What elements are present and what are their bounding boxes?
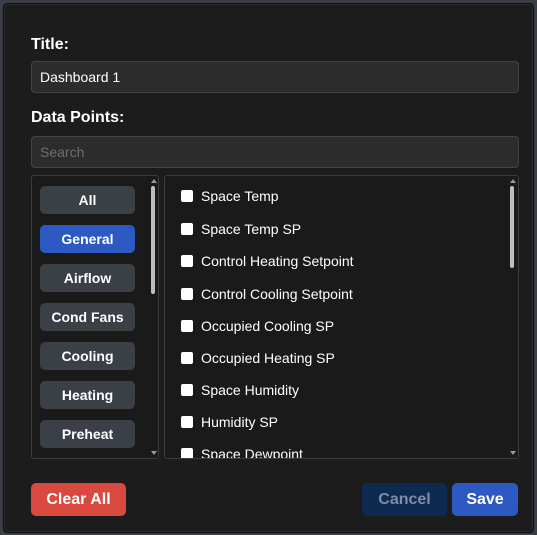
data-point-label: Space Dewpoint xyxy=(201,446,303,459)
checkbox[interactable] xyxy=(181,255,193,267)
search-input[interactable] xyxy=(31,136,519,168)
title-input[interactable] xyxy=(31,61,519,93)
data-point-scrollbar[interactable] xyxy=(508,176,518,458)
scroll-up-arrow-icon[interactable] xyxy=(151,179,157,183)
data-point-list: Space Temp Space Temp SP Control Heating… xyxy=(164,175,519,459)
category-airflow-button[interactable]: Airflow xyxy=(40,264,135,292)
data-point-item[interactable]: Space Temp SP xyxy=(181,219,301,239)
scroll-down-arrow-icon[interactable] xyxy=(151,451,157,455)
data-point-label: Occupied Cooling SP xyxy=(201,318,335,334)
category-scrollbar[interactable] xyxy=(149,176,158,458)
checkbox[interactable] xyxy=(181,320,193,332)
data-point-label: Humidity SP xyxy=(201,414,279,430)
category-preheat-button[interactable]: Preheat xyxy=(40,420,135,448)
category-cond-fans-button[interactable]: Cond Fans xyxy=(40,303,135,331)
data-point-label: Space Temp xyxy=(201,188,279,204)
scrollbar-thumb[interactable] xyxy=(510,186,514,268)
title-label: Title: xyxy=(31,36,69,53)
save-button[interactable]: Save xyxy=(452,483,518,516)
checkbox[interactable] xyxy=(181,448,193,458)
scroll-down-arrow-icon[interactable] xyxy=(510,451,516,455)
checkbox[interactable] xyxy=(181,384,193,396)
clear-all-button[interactable]: Clear All xyxy=(31,483,126,516)
cancel-button[interactable]: Cancel xyxy=(362,483,447,516)
category-list: All General Airflow Cond Fans Cooling He… xyxy=(31,175,159,459)
data-point-label: Occupied Heating SP xyxy=(201,350,335,366)
data-point-label: Control Heating Setpoint xyxy=(201,253,354,269)
checkbox[interactable] xyxy=(181,288,193,300)
checkbox[interactable] xyxy=(181,416,193,428)
data-points-label: Data Points: xyxy=(31,109,125,126)
data-point-item[interactable]: Occupied Cooling SP xyxy=(181,316,334,336)
category-heating-button[interactable]: Heating xyxy=(40,381,135,409)
scrollbar-thumb[interactable] xyxy=(151,186,155,294)
checkbox[interactable] xyxy=(181,223,193,235)
data-point-item[interactable]: Humidity SP xyxy=(181,412,278,432)
data-point-item[interactable]: Control Heating Setpoint xyxy=(181,251,354,271)
data-point-item[interactable]: Occupied Heating SP xyxy=(181,348,335,368)
data-point-item[interactable]: Space Temp xyxy=(181,186,279,206)
data-point-label: Control Cooling Setpoint xyxy=(201,286,353,302)
data-point-item[interactable]: Control Cooling Setpoint xyxy=(181,284,353,304)
category-cooling-button[interactable]: Cooling xyxy=(40,342,135,370)
select-data-points-dialog: Title: Data Points: All General Airflow … xyxy=(4,4,533,532)
data-point-label: Space Humidity xyxy=(201,382,300,398)
checkbox[interactable] xyxy=(181,190,193,202)
checkbox[interactable] xyxy=(181,352,193,364)
category-general-button[interactable]: General xyxy=(40,225,135,253)
data-point-label: Space Temp SP xyxy=(201,221,302,237)
scroll-up-arrow-icon[interactable] xyxy=(510,179,516,183)
data-point-item[interactable]: Space Humidity xyxy=(181,380,299,400)
data-point-item[interactable]: Space Dewpoint xyxy=(181,444,303,459)
category-all-button[interactable]: All xyxy=(40,186,135,214)
